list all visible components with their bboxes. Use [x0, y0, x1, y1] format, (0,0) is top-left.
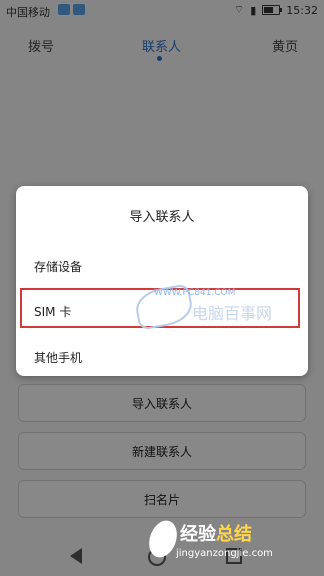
dialog-title: 导入联系人	[129, 210, 195, 225]
bottom-watermark: 经验总结 jingyanzongjie.com	[144, 516, 324, 566]
watermark-brand: 电脑百事网	[192, 304, 273, 323]
import-contacts-dialog: 导入联系人 存储设备 WWW.PC841.COM 电脑百事网 SIM 卡 其他手…	[16, 186, 308, 376]
watermark-url: WWW.PC841.COM	[154, 288, 236, 298]
watermark-title: 经验总结	[180, 524, 252, 545]
option-sim-card[interactable]: SIM 卡	[34, 303, 71, 320]
watermark-bottom-url: jingyanzongjie.com	[176, 548, 273, 559]
option-other-phone[interactable]: 其他手机	[34, 349, 82, 366]
option-storage-device[interactable]: 存储设备	[34, 258, 82, 275]
